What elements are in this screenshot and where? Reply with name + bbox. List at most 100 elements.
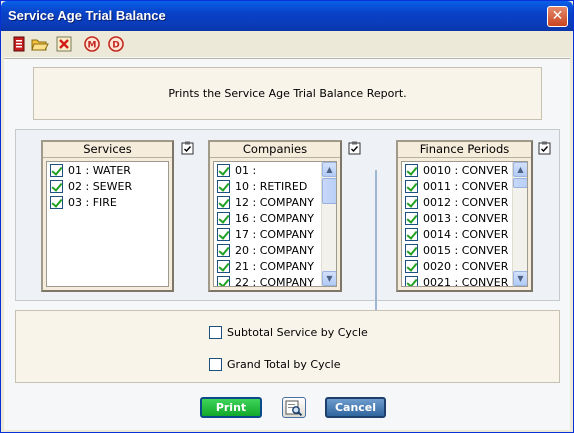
list-item[interactable]: 17 : COMPANY bbox=[214, 226, 336, 242]
scroll-up-button[interactable]: ▲ bbox=[513, 162, 527, 177]
toolbar-divider bbox=[4, 58, 570, 59]
list-item[interactable]: 02 : SEWER bbox=[47, 178, 168, 194]
item-checkbox[interactable] bbox=[50, 195, 63, 209]
item-label: 01 : WATER bbox=[68, 163, 131, 177]
finance-periods-select-all-icon[interactable] bbox=[538, 141, 551, 155]
dialog-body: M D Prints the Service Age Trial Balance… bbox=[4, 31, 570, 430]
finance-periods-listbox: Finance Periods 0010 : CONVER 0011 : CONV… bbox=[396, 140, 533, 292]
item-checkbox[interactable] bbox=[217, 227, 230, 241]
item-checkbox[interactable] bbox=[217, 163, 230, 177]
item-label: 22 : COMPANY bbox=[235, 275, 314, 287]
panel-divider bbox=[375, 170, 377, 312]
item-label: 03 : FIRE bbox=[68, 195, 117, 209]
list-item[interactable]: 01 : bbox=[214, 162, 336, 178]
services-list[interactable]: 01 : WATER 02 : SEWER 03 : FIRE bbox=[46, 161, 169, 287]
subtotal-service-label: Subtotal Service by Cycle bbox=[227, 326, 368, 339]
item-label: 01 : bbox=[235, 163, 257, 177]
item-checkbox[interactable] bbox=[405, 243, 418, 257]
item-label: 20 : COMPANY bbox=[235, 243, 314, 257]
description-text: Prints the Service Age Trial Balance Rep… bbox=[168, 87, 407, 100]
list-item[interactable]: 0012 : CONVER bbox=[402, 194, 527, 210]
close-button[interactable]: ✕ bbox=[547, 6, 568, 27]
companies-header: Companies bbox=[210, 142, 340, 158]
report-icon[interactable] bbox=[10, 35, 28, 53]
finance-periods-header: Finance Periods bbox=[398, 142, 531, 158]
m-icon-label: M bbox=[88, 41, 97, 51]
title-bar[interactable]: Service Age Trial Balance ✕ bbox=[1, 1, 573, 31]
toolbar: M D bbox=[4, 31, 570, 57]
scroll-thumb[interactable] bbox=[513, 178, 527, 188]
item-checkbox[interactable] bbox=[217, 243, 230, 257]
scroll-down-button[interactable]: ▼ bbox=[322, 271, 336, 286]
item-label: 0020 : CONVER bbox=[423, 259, 509, 273]
window-title: Service Age Trial Balance bbox=[8, 8, 166, 23]
item-label: 21 : COMPANY bbox=[235, 259, 314, 273]
item-label: 0013 : CONVER bbox=[423, 211, 509, 225]
item-checkbox[interactable] bbox=[217, 275, 230, 286]
d-icon[interactable]: D bbox=[107, 35, 125, 53]
item-checkbox[interactable] bbox=[50, 163, 63, 177]
companies-listbox: Companies 01 : 10 : RETIRED 12 : COMPANY 16… bbox=[208, 140, 342, 292]
grand-total-checkbox[interactable] bbox=[209, 358, 222, 371]
companies-scrollbar[interactable]: ▲ ▼ bbox=[321, 162, 336, 286]
item-checkbox[interactable] bbox=[217, 179, 230, 193]
list-item[interactable]: 01 : WATER bbox=[47, 162, 168, 178]
scroll-thumb[interactable] bbox=[322, 178, 336, 204]
item-label: 0011 : CONVER bbox=[423, 179, 509, 193]
print-preview-button[interactable] bbox=[282, 397, 306, 418]
list-item[interactable]: 0014 : CONVER bbox=[402, 226, 527, 242]
scroll-up-button[interactable]: ▲ bbox=[322, 162, 336, 177]
services-select-all-icon[interactable] bbox=[181, 141, 194, 155]
cancel-button[interactable]: Cancel bbox=[325, 397, 386, 418]
subtotal-service-option[interactable]: Subtotal Service by Cycle bbox=[209, 326, 368, 339]
item-label: 02 : SEWER bbox=[68, 179, 133, 193]
companies-list[interactable]: 01 : 10 : RETIRED 12 : COMPANY 16 : COMPANY… bbox=[213, 161, 337, 287]
list-item[interactable]: 03 : FIRE bbox=[47, 194, 168, 210]
list-item[interactable]: 20 : COMPANY bbox=[214, 242, 336, 258]
item-checkbox[interactable] bbox=[405, 259, 418, 273]
item-label: 17 : COMPANY bbox=[235, 227, 314, 241]
list-item[interactable]: 10 : RETIRED bbox=[214, 178, 336, 194]
item-checkbox[interactable] bbox=[405, 179, 418, 193]
item-label: 0015 : CONVER bbox=[423, 243, 509, 257]
item-checkbox[interactable] bbox=[405, 195, 418, 209]
list-item[interactable]: 0013 : CONVER bbox=[402, 210, 527, 226]
list-item[interactable]: 12 : COMPANY bbox=[214, 194, 336, 210]
d-icon-label: D bbox=[112, 41, 119, 51]
subtotal-service-checkbox[interactable] bbox=[209, 326, 222, 339]
list-item[interactable]: 16 : COMPANY bbox=[214, 210, 336, 226]
magnifier-icon bbox=[285, 400, 303, 417]
list-item[interactable]: 0010 : CONVER bbox=[402, 162, 527, 178]
finance-periods-list[interactable]: 0010 : CONVER 0011 : CONVER 0012 : CONVER 0… bbox=[401, 161, 528, 287]
list-item[interactable]: 22 : COMPANY bbox=[214, 274, 336, 287]
list-item[interactable]: 0020 : CONVER bbox=[402, 258, 527, 274]
grand-total-option[interactable]: Grand Total by Cycle bbox=[209, 358, 340, 371]
list-item[interactable]: 0011 : CONVER bbox=[402, 178, 527, 194]
item-checkbox[interactable] bbox=[405, 163, 418, 177]
item-label: 0010 : CONVER bbox=[423, 163, 509, 177]
list-item[interactable]: 0021 : CONVER bbox=[402, 274, 527, 287]
delete-icon[interactable] bbox=[55, 35, 73, 53]
grand-total-label: Grand Total by Cycle bbox=[227, 358, 341, 371]
item-checkbox[interactable] bbox=[217, 211, 230, 225]
item-label: 0021 : CONVER bbox=[423, 275, 509, 287]
list-item[interactable]: 21 : COMPANY bbox=[214, 258, 336, 274]
item-checkbox[interactable] bbox=[405, 227, 418, 241]
open-folder-icon[interactable] bbox=[31, 35, 49, 53]
dialog-window: Service Age Trial Balance ✕ M D Prints t… bbox=[0, 0, 574, 433]
list-item[interactable]: 0015 : CONVER bbox=[402, 242, 527, 258]
item-checkbox[interactable] bbox=[217, 195, 230, 209]
item-label: 10 : RETIRED bbox=[235, 179, 308, 193]
item-checkbox[interactable] bbox=[50, 179, 63, 193]
finance-periods-scrollbar[interactable]: ▲ ▼ bbox=[512, 162, 527, 286]
print-button[interactable]: Print bbox=[200, 397, 262, 418]
item-checkbox[interactable] bbox=[405, 275, 418, 286]
companies-select-all-icon[interactable] bbox=[348, 141, 361, 155]
item-checkbox[interactable] bbox=[217, 259, 230, 273]
options-panel bbox=[15, 310, 560, 383]
item-label: 0014 : CONVER bbox=[423, 227, 509, 241]
scroll-down-button[interactable]: ▼ bbox=[513, 271, 527, 286]
m-icon[interactable]: M bbox=[83, 35, 101, 53]
item-checkbox[interactable] bbox=[405, 211, 418, 225]
item-label: 12 : COMPANY bbox=[235, 195, 314, 209]
